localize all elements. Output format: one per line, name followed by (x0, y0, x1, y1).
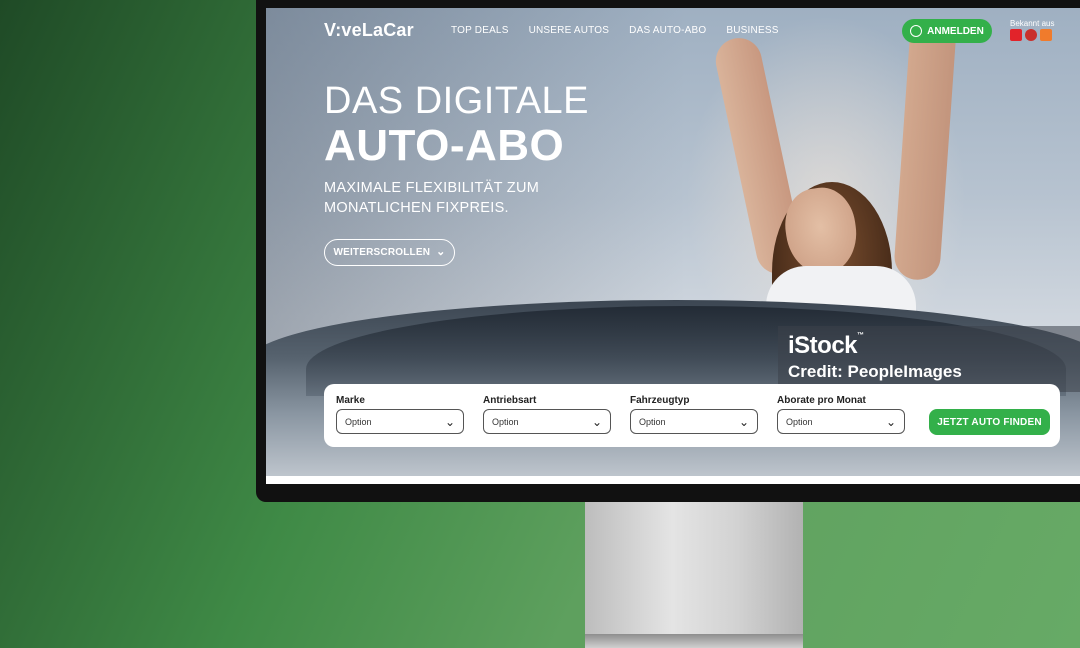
filter-marke-value: Option (345, 416, 372, 427)
hero-title-line1: DAS DIGITALE (324, 80, 590, 122)
filter-marke: Marke Option ⌄ (336, 395, 464, 434)
nav-item-unsere-autos[interactable]: UNSERE AUTOS (529, 25, 610, 36)
chevron-double-down-icon: ⌄ (436, 246, 446, 258)
brand-logo[interactable]: V:veLaCar (324, 20, 414, 41)
monitor-stand (585, 502, 803, 638)
filter-fahrzeugtyp-select[interactable]: Option ⌄ (630, 409, 758, 434)
scroll-down-label: WEITERSCROLLEN (333, 247, 431, 258)
login-button-label: ANMELDEN (927, 25, 984, 37)
image-credit-text: Credit: PeopleImages (788, 362, 962, 381)
screen-bottom-strip (266, 476, 1080, 484)
media-logo-icon (1025, 29, 1037, 41)
hero-photo-arm-right (892, 18, 958, 282)
chevron-down-icon: ⌄ (885, 414, 896, 429)
media-logos (1010, 29, 1052, 41)
hero-subtitle: MAXIMALE FLEXIBILITÄT ZUM MONATLICHEN FI… (324, 180, 540, 216)
filter-aborate-select[interactable]: Option ⌄ (777, 409, 905, 434)
filter-marke-select[interactable]: Option ⌄ (336, 409, 464, 434)
filter-fahrzeugtyp: Fahrzeugtyp Option ⌄ (630, 395, 758, 434)
media-logo-icon (1010, 29, 1022, 41)
monitor-stand-base (585, 634, 803, 648)
website-screen: iStock™ Credit: PeopleImages V:veLaCar T… (266, 8, 1080, 484)
media-logo-icon (1040, 29, 1052, 41)
chevron-down-icon: ⌄ (591, 414, 602, 429)
user-icon (910, 25, 923, 37)
filter-antriebsart-value: Option (492, 416, 519, 427)
filter-antriebsart-select[interactable]: Option ⌄ (483, 409, 611, 434)
car-search-panel: Marke Option ⌄ Antriebsart Option ⌄ Fahr… (324, 384, 1060, 447)
filter-fahrzeugtyp-label: Fahrzeugtyp (630, 395, 690, 406)
filter-antriebsart-label: Antriebsart (483, 395, 537, 406)
filter-aborate: Aborate pro Monat Option ⌄ (777, 395, 905, 434)
nav-item-business[interactable]: BUSINESS (726, 25, 778, 36)
filter-aborate-label: Aborate pro Monat (777, 395, 866, 406)
chevron-down-icon: ⌄ (738, 414, 749, 429)
login-button[interactable]: ANMELDEN (902, 19, 992, 43)
filter-marke-label: Marke (336, 395, 365, 406)
image-credit-source: iStock™ (788, 332, 864, 359)
find-car-button[interactable]: JETZT AUTO FINDEN (929, 409, 1050, 435)
main-nav: TOP DEALS UNSERE AUTOS DAS AUTO-ABO BUSI… (451, 25, 799, 36)
scroll-down-button[interactable]: WEITERSCROLLEN ⌄ (324, 239, 455, 266)
filter-antriebsart: Antriebsart Option ⌄ (483, 395, 611, 434)
nav-item-auto-abo[interactable]: DAS AUTO-ABO (629, 25, 706, 36)
monitor-frame: iStock™ Credit: PeopleImages V:veLaCar T… (256, 0, 1080, 502)
known-from-label: Bekannt aus (1010, 19, 1055, 28)
filter-fahrzeugtyp-value: Option (639, 416, 666, 427)
chevron-down-icon: ⌄ (444, 414, 455, 429)
filter-aborate-value: Option (786, 416, 813, 427)
hero-title-line2: AUTO-ABO (324, 121, 565, 170)
nav-item-top-deals[interactable]: TOP DEALS (451, 25, 509, 36)
